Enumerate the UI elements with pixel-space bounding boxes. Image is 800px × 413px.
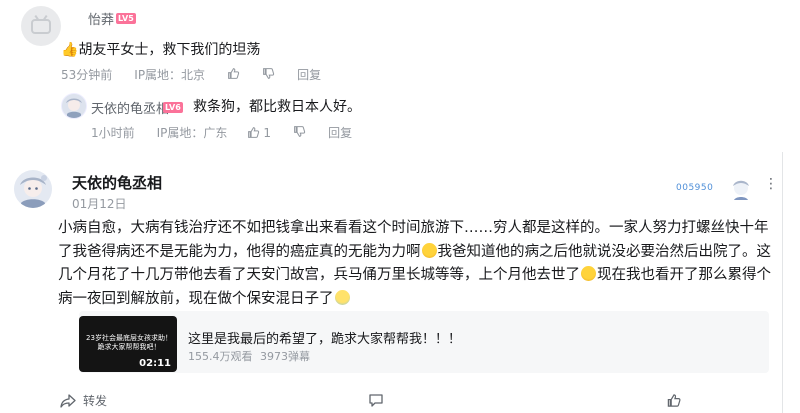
- fan-badge[interactable]: 005950: [672, 176, 756, 202]
- dislike-button[interactable]: [262, 67, 275, 83]
- reply-ip: IP属地：广东: [156, 126, 228, 140]
- author-avatar[interactable]: [14, 170, 52, 208]
- thumbs-up-emoji: 👍: [61, 42, 79, 58]
- comment-body: 胡友平女士，救下我们的坦荡: [78, 42, 261, 58]
- level-badge: LV5: [116, 13, 136, 24]
- comment-meta: 53分钟前 IP属地：北京 回复: [61, 66, 321, 83]
- video-title[interactable]: 这里是我最后的希望了，跪求大家帮帮我！！！: [188, 328, 461, 347]
- crying-emoji-icon: [421, 242, 437, 258]
- reply-like-button[interactable]: 1: [247, 126, 271, 140]
- thumb-up-icon: [248, 127, 260, 138]
- video-danmaku: 3973弹幕: [260, 350, 310, 363]
- thumbnail-caption: 23岁社会最底层女孩求助！跪求大家帮帮我吧！: [86, 334, 172, 351]
- reply-avatar[interactable]: [61, 93, 87, 119]
- relieved-emoji-icon: [334, 289, 350, 305]
- thumb-up-icon: [228, 67, 240, 79]
- action-bar: 转发: [60, 388, 775, 413]
- anime-avatar-image: [62, 94, 86, 118]
- post-date: 01月12日: [72, 197, 127, 211]
- reply-meta: 1小时前 IP属地：广东 1 回复: [91, 124, 352, 141]
- like-button[interactable]: [227, 67, 240, 83]
- video-thumbnail[interactable]: 23岁社会最底层女孩求助！跪求大家帮帮我吧！ 02:11: [79, 316, 177, 372]
- thumb-down-icon: [263, 67, 275, 79]
- like-button[interactable]: [666, 393, 682, 411]
- comment-time: 53分钟前: [61, 68, 113, 82]
- reply-button[interactable]: 回复: [297, 66, 321, 83]
- video-views: 155.4万观看: [188, 350, 253, 363]
- forward-label: 转发: [83, 394, 108, 408]
- comment-ip: IP属地：北京: [134, 68, 206, 82]
- bilibili-tv-icon: [31, 18, 51, 34]
- comment-username[interactable]: 怡莽: [88, 9, 114, 28]
- comment-text: 👍胡友平女士，救下我们的坦荡: [61, 39, 260, 59]
- comment-icon: [369, 394, 383, 407]
- thumb-up-icon: [667, 394, 681, 407]
- reply-username[interactable]: 天依的龟丞相: [91, 98, 169, 117]
- more-menu-icon[interactable]: ⋮: [764, 177, 778, 191]
- reply-dislike-button[interactable]: [293, 125, 306, 141]
- anime-avatar-image: [14, 170, 52, 208]
- video-card[interactable]: 23岁社会最底层女孩求助！跪求大家帮帮我吧！ 02:11 这里是我最后的希望了，…: [79, 311, 769, 373]
- fan-badge-number: 005950: [676, 183, 714, 193]
- reply-time: 1小时前: [91, 126, 135, 140]
- share-icon: [60, 393, 76, 408]
- fan-badge-character-icon: [733, 180, 749, 200]
- level-badge: LV6: [163, 102, 183, 113]
- post-text: 小病自愈，大病有钱治疗还不如把钱拿出来看看这个时间旅游下……穷人都是这样的。一家…: [58, 217, 773, 311]
- comment-button[interactable]: [368, 393, 384, 411]
- reply-button[interactable]: 回复: [328, 124, 352, 141]
- reply-text: 救条狗，都比救日本人好。: [193, 99, 361, 115]
- avatar-default[interactable]: [21, 6, 61, 46]
- video-stats: 155.4万观看 3973弹幕: [188, 348, 310, 364]
- video-duration: 02:11: [139, 358, 171, 369]
- crying-emoji-icon: [581, 266, 596, 282]
- post-author[interactable]: 天依的龟丞相: [72, 172, 162, 193]
- thumb-down-icon: [294, 125, 306, 137]
- forward-button[interactable]: 转发: [60, 392, 107, 409]
- comment-panel: 怡莽 LV5 👍胡友平女士，救下我们的坦荡 53分钟前 IP属地：北京 回复 天…: [0, 0, 800, 152]
- reply-like-count: 1: [263, 125, 272, 140]
